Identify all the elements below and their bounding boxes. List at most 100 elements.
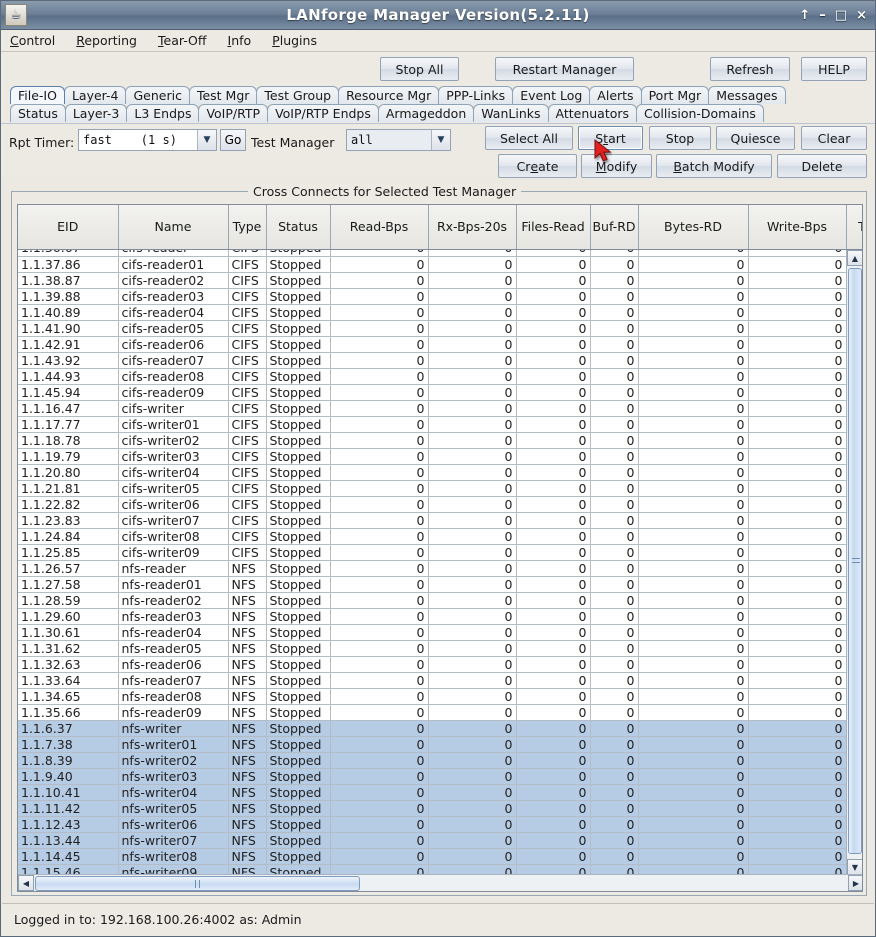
table-row[interactable]: 1.1.13.44 nfs-writer07 NFS Stopped 0 0 0 0 0 0: [18, 832, 862, 849]
table-row[interactable]: 1.1.27.58 nfs-reader01 NFS Stopped 0 0 0 0 0 0: [18, 576, 862, 593]
start-button[interactable]: St art: [578, 126, 643, 150]
create-button[interactable]: Cr e ate: [498, 154, 577, 178]
table-row[interactable]: 1.1.37.86 cifs-reader01 CIFS Stopped 0 0 0 0 0 0: [18, 256, 862, 273]
tab-attenuators[interactable]: Attenuators: [547, 104, 638, 122]
table-row[interactable]: 1.1.44.93 cifs-reader08 CIFS Stopped 0 0 0 0 0 0: [18, 368, 862, 385]
delete-button[interactable]: Delete: [777, 154, 867, 178]
column-header-bytes-rd[interactable]: Bytes-RD: [638, 205, 749, 250]
refresh-button[interactable]: Refresh: [710, 57, 790, 81]
column-header-eid[interactable]: EID: [18, 205, 119, 250]
tab-wanlinks[interactable]: WanLinks: [473, 104, 549, 122]
scroll-down-arrow-icon[interactable]: ▼: [847, 859, 862, 875]
chevron-down-icon[interactable]: ▼: [197, 130, 216, 150]
table-row[interactable]: 1.1.24.84 cifs-writer08 CIFS Stopped 0 0 0 0 0 0: [18, 528, 862, 545]
always-on-top-icon[interactable]: ↑: [799, 9, 810, 22]
column-header-t[interactable]: T: [846, 205, 862, 250]
tab-port-mgr[interactable]: Port Mgr: [640, 86, 710, 104]
horizontal-scrollbar[interactable]: ◀ ▶: [18, 874, 862, 891]
table-row[interactable]: 1.1.6.37 nfs-writer NFS Stopped 0 0 0 0 0 0: [18, 720, 862, 737]
table-row[interactable]: 1.1.18.78 cifs-writer02 CIFS Stopped 0 0 0 0 0 0: [18, 432, 862, 449]
table-row[interactable]: 1.1.21.81 cifs-writer05 CIFS Stopped 0 0 0 0 0 0: [18, 480, 862, 497]
stop-button[interactable]: Stop: [649, 126, 711, 150]
minimize-icon[interactable]: –: [819, 9, 826, 22]
table-row[interactable]: 1.1.26.57 nfs-reader NFS Stopped 0 0 0 0 0 0: [18, 560, 862, 577]
menu-info[interactable]: Info: [226, 31, 262, 50]
table-row[interactable]: 1.1.42.91 cifs-reader06 CIFS Stopped 0 0 0 0 0 0: [18, 336, 862, 353]
table-row[interactable]: 1.1.10.41 nfs-writer04 NFS Stopped 0 0 0 0 0 0: [18, 784, 862, 801]
table-row[interactable]: 1.1.8.39 nfs-writer02 NFS Stopped 0 0 0 0 0 0: [18, 752, 862, 769]
quiesce-button[interactable]: Quiesce: [716, 126, 795, 150]
table-row[interactable]: 1.1.23.83 cifs-writer07 CIFS Stopped 0 0 0 0 0 0: [18, 512, 862, 529]
menu-reporting[interactable]: Reporting: [74, 31, 147, 50]
table-row[interactable]: 1.1.39.88 cifs-reader03 CIFS Stopped 0 0 0 0 0 0: [18, 288, 862, 305]
column-header-buf-rd[interactable]: Buf-RD: [590, 205, 639, 250]
table-row[interactable]: 1.1.19.79 cifs-writer03 CIFS Stopped 0 0 0 0 0 0: [18, 448, 862, 465]
tab-layer-4[interactable]: Layer-4: [63, 86, 127, 104]
horizontal-scroll-thumb[interactable]: [35, 876, 360, 891]
column-header-rx-bps-20s[interactable]: Rx-Bps-20s: [428, 205, 517, 250]
help-button[interactable]: HELP: [801, 57, 867, 81]
chevron-down-icon-2[interactable]: ▼: [431, 130, 450, 150]
tab-resource-mgr[interactable]: Resource Mgr: [338, 86, 440, 104]
table-row[interactable]: 1.1.35.66 nfs-reader09 NFS Stopped 0 0 0 0 0 0: [18, 704, 862, 721]
table-row[interactable]: 1.1.11.42 nfs-writer05 NFS Stopped 0 0 0 0 0 0: [18, 800, 862, 817]
menu-plugins[interactable]: Plugins: [270, 31, 327, 50]
table-row[interactable]: 1.1.16.47 cifs-writer CIFS Stopped 0 0 0 0 0 0: [18, 400, 862, 417]
table-row[interactable]: 1.1.41.90 cifs-reader05 CIFS Stopped 0 0 0 0 0 0: [18, 320, 862, 337]
tab-messages[interactable]: Messages: [708, 86, 786, 104]
close-icon[interactable]: ×: [856, 9, 867, 22]
menu-tear-off[interactable]: Tear-Off: [156, 31, 217, 50]
tab-test-group[interactable]: Test Group: [256, 86, 340, 104]
table-row[interactable]: 1.1.29.60 nfs-reader03 NFS Stopped 0 0 0 0 0 0: [18, 608, 862, 625]
table-row[interactable]: 1.1.14.45 nfs-writer08 NFS Stopped 0 0 0 0 0 0: [18, 848, 862, 865]
column-header-name[interactable]: Name: [118, 205, 229, 250]
table-row[interactable]: 1.1.20.80 cifs-writer04 CIFS Stopped 0 0 0 0 0 0: [18, 464, 862, 481]
table-row[interactable]: 1.1.17.77 cifs-writer01 CIFS Stopped 0 0 0 0 0 0: [18, 416, 862, 433]
table-row[interactable]: 1.1.9.40 nfs-writer03 NFS Stopped 0 0 0 0 0 0: [18, 768, 862, 785]
tab-l3-endps[interactable]: L3 Endps: [126, 104, 200, 122]
scroll-up-arrow-icon[interactable]: ▲: [847, 250, 862, 266]
table-row[interactable]: 1.1.38.87 cifs-reader02 CIFS Stopped 0 0 0 0 0 0: [18, 272, 862, 289]
table-row[interactable]: 1.1.12.43 nfs-writer06 NFS Stopped 0 0 0 0 0 0: [18, 816, 862, 833]
table-row[interactable]: 1.1.30.61 nfs-reader04 NFS Stopped 0 0 0 0 0 0: [18, 624, 862, 641]
vertical-scrollbar[interactable]: ▲ ▼: [846, 250, 862, 875]
table-row[interactable]: 1.1.31.62 nfs-reader05 NFS Stopped 0 0 0 0 0 0: [18, 640, 862, 657]
table-row[interactable]: 1.1.32.63 nfs-reader06 NFS Stopped 0 0 0 0 0 0: [18, 656, 862, 673]
column-header-read-bps[interactable]: Read-Bps: [330, 205, 429, 250]
table-header-row[interactable]: EID Name Type Status Read-Bps Rx-Bps-20s Files…: [18, 205, 862, 250]
tab-file-io[interactable]: File-IO: [10, 86, 65, 104]
tab-test-mgr[interactable]: Test Mgr: [188, 86, 258, 104]
tab-alerts[interactable]: Alerts: [589, 86, 642, 104]
table-row[interactable]: 1.1.7.38 nfs-writer01 NFS Stopped 0 0 0 0 0 0: [18, 736, 862, 753]
table-body-viewport[interactable]: 1.1.36.67cifs-readerCIFSStopped0000001.1…: [18, 250, 862, 875]
modify-button[interactable]: Modify: [581, 154, 652, 178]
column-header-write-bps[interactable]: Write-Bps: [748, 205, 847, 250]
tab-generic[interactable]: Generic: [125, 86, 190, 104]
column-header-type[interactable]: Type: [228, 205, 267, 250]
table-row[interactable]: 1.1.34.65 nfs-reader08 NFS Stopped 0 0 0 0 0 0: [18, 688, 862, 705]
go-button[interactable]: Go: [220, 129, 246, 151]
table-row[interactable]: 1.1.40.89 cifs-reader04 CIFS Stopped 0 0 0 0 0 0: [18, 304, 862, 321]
tab-event-log[interactable]: Event Log: [512, 86, 591, 104]
column-header-files-read[interactable]: Files-Read: [516, 205, 591, 250]
tab-voip-rtp[interactable]: VoIP/RTP: [198, 104, 269, 122]
table-row[interactable]: 1.1.28.59 nfs-reader02 NFS Stopped 0 0 0 0 0 0: [18, 592, 862, 609]
table-row[interactable]: 1.1.45.94 cifs-reader09 CIFS Stopped 0 0 0 0 0 0: [18, 384, 862, 401]
table-row[interactable]: 1.1.25.85 cifs-writer09 CIFS Stopped 0 0 0 0 0 0: [18, 544, 862, 561]
vertical-scroll-thumb[interactable]: [848, 268, 862, 854]
tab-armageddon[interactable]: Armageddon: [377, 104, 475, 122]
tab-layer-3[interactable]: Layer-3: [64, 104, 128, 122]
batch-modify-button[interactable]: Batch Modify: [656, 154, 772, 178]
test-manager-combo[interactable]: all ▼: [346, 129, 451, 151]
restart-manager-button[interactable]: Restart Manager: [495, 57, 634, 81]
scroll-left-arrow-icon[interactable]: ◀: [18, 875, 34, 891]
select-all-button[interactable]: Select All: [485, 126, 573, 150]
tab-collision-domains[interactable]: Collision-Domains: [636, 104, 764, 122]
tab-ppp-links[interactable]: PPP-Links: [438, 86, 514, 104]
rpt-timer-combo[interactable]: fast (1 s) ▼: [78, 129, 217, 151]
tab-status[interactable]: Status: [10, 104, 66, 122]
clear-button[interactable]: Clear: [801, 126, 867, 150]
column-header-status[interactable]: Status: [266, 205, 331, 250]
table-row[interactable]: 1.1.22.82 cifs-writer06 CIFS Stopped 0 0 0 0 0 0: [18, 496, 862, 513]
stop-all-button[interactable]: Stop All: [380, 57, 459, 81]
